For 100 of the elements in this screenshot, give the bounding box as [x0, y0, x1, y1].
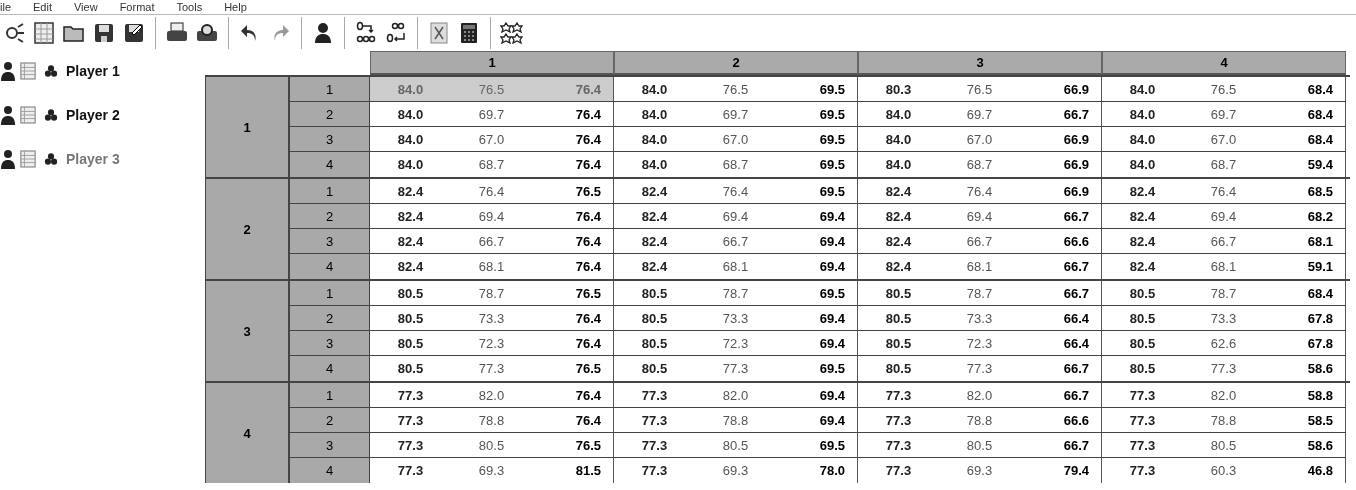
table-cell-text: 68.7 — [1209, 156, 1238, 174]
row-header: 3 — [290, 229, 370, 253]
table-cell-text: 59.1 — [1306, 258, 1334, 276]
table-cell-text: 82.0 — [477, 386, 506, 405]
person-icon[interactable] — [0, 105, 16, 125]
table-cell-text: 66.7 — [1062, 284, 1090, 303]
table-cell-text: 78.7 — [1209, 284, 1238, 303]
table-cell-text: 69.4 — [818, 411, 846, 430]
table-cell-text: 80.5 — [396, 334, 425, 353]
table-cell-text: 68.1 — [477, 258, 506, 276]
table-cell-text: 77.3 — [884, 462, 913, 480]
table-cell-text: 76.4 — [574, 80, 602, 99]
table-cell-text: 66.7 — [477, 232, 506, 251]
table-cell-text: 76.5 — [574, 360, 602, 378]
table-cell-text: 76.5 — [721, 80, 750, 99]
row-header: 2 — [290, 306, 370, 330]
table-cell-text: 84.0 — [396, 156, 425, 174]
table-cell-text: 76.5 — [1209, 80, 1238, 99]
row-header: 4 — [290, 254, 370, 279]
decimal-increase-icon[interactable] — [354, 21, 378, 45]
row-group-header: 1 — [205, 77, 290, 177]
table-cell-text: 82.4 — [884, 232, 913, 251]
table-cell-text: 69.7 — [965, 105, 994, 124]
table-cell-text: 78.7 — [965, 284, 994, 303]
row-group-header: 3 — [205, 281, 290, 381]
table-cell-text: 80.3 — [884, 80, 913, 99]
table-cell-text: 80.5 — [477, 436, 506, 455]
person-icon[interactable] — [0, 149, 16, 169]
table-cell-text: 80.5 — [640, 309, 669, 328]
row-group-header: 2 — [205, 179, 290, 279]
table-cell-text: 66.7 — [721, 232, 750, 251]
save-edit-icon[interactable] — [122, 21, 146, 45]
menu-item[interactable]: Format — [119, 0, 155, 14]
table-cell-text: 82.4 — [1128, 207, 1157, 226]
person-icon[interactable] — [0, 61, 16, 81]
table-cell-text: 72.3 — [721, 334, 750, 353]
player-name[interactable]: Player 1 — [66, 63, 120, 79]
table-cell-text: 80.5 — [965, 436, 994, 455]
matrix-icon[interactable] — [427, 21, 451, 45]
table-cell-text: 77.3 — [965, 360, 994, 378]
table-cell-text: 82.0 — [965, 386, 994, 405]
group-icon[interactable] — [44, 64, 58, 78]
table-cell-text: 80.5 — [1128, 284, 1157, 303]
row-header: 1 — [290, 383, 370, 407]
table-cell-text: 77.3 — [477, 360, 506, 378]
table-cell-text: 67.0 — [1209, 130, 1238, 149]
table-cell-text: 68.1 — [1306, 232, 1334, 251]
column-header: 3 — [858, 51, 1102, 75]
table-cell-text: 69.4 — [818, 258, 846, 276]
row-header: 4 — [290, 152, 370, 177]
menu-item[interactable]: Help — [224, 0, 247, 14]
menu-item[interactable]: Tools — [176, 0, 203, 14]
table-cell-text: 77.3 — [884, 411, 913, 430]
menu-item[interactable]: View — [74, 0, 98, 14]
table-cell-text: 58.6 — [1306, 436, 1334, 455]
menu-item[interactable]: ile — [0, 0, 11, 14]
row-header: 2 — [290, 408, 370, 432]
table-cell-text: 60.3 — [1209, 462, 1238, 480]
table-cell-text: 69.5 — [818, 80, 846, 99]
table-cell-text: 66.7 — [1062, 386, 1090, 405]
table-cell-text: 67.0 — [721, 130, 750, 149]
table-cell-text: 84.0 — [640, 105, 669, 124]
table-cell-text: 69.4 — [818, 309, 846, 328]
decimal-decrease-icon[interactable] — [384, 21, 408, 45]
group-icon[interactable] — [44, 152, 58, 166]
group-icon[interactable] — [44, 108, 58, 122]
stars-icon[interactable] — [500, 21, 524, 45]
row-header: 1 — [290, 77, 370, 101]
table-cell-text: 82.4 — [884, 258, 913, 276]
table-cell-text: 76.5 — [477, 80, 506, 99]
spreadsheet-icon[interactable] — [32, 21, 56, 45]
table-cell-text: 82.4 — [1128, 232, 1157, 251]
table-cell-text: 69.4 — [965, 207, 994, 226]
save-icon[interactable] — [92, 21, 116, 45]
table-cell-text: 80.5 — [884, 284, 913, 303]
table-cell-text: 66.4 — [1062, 309, 1090, 328]
table-cell-text: 77.3 — [1128, 436, 1157, 455]
table-cell-text: 82.4 — [396, 232, 425, 251]
table-cell-text: 69.3 — [965, 462, 994, 480]
table-cell-text: 76.4 — [721, 182, 750, 201]
table-cell-text: 84.0 — [640, 156, 669, 174]
row-header: 2 — [290, 204, 370, 228]
menu-item[interactable]: Edit — [33, 0, 52, 14]
table-cell-text: 69.7 — [1209, 105, 1238, 124]
table-cell-text: 80.5 — [721, 436, 750, 455]
table-cell-text: 67.8 — [1306, 309, 1334, 328]
table-cell-text: 77.3 — [640, 436, 669, 455]
table-cell-text: 80.5 — [1128, 360, 1157, 378]
table-cell-text: 66.7 — [1209, 232, 1238, 251]
table-cell-text: 68.4 — [1306, 105, 1334, 124]
table-cell-text: 76.5 — [574, 436, 602, 455]
player-name[interactable]: Player 2 — [66, 107, 120, 123]
table-cell-text: 58.8 — [1306, 386, 1334, 405]
table-cell-text: 59.4 — [1306, 156, 1334, 174]
table-cell-text: 77.3 — [884, 436, 913, 455]
table-cell-text: 76.4 — [574, 232, 602, 251]
table-cell-text: 76.4 — [574, 258, 602, 276]
table-cell-text: 66.9 — [1062, 156, 1090, 174]
table-cell-text: 76.5 — [965, 80, 994, 99]
table-cell-text: 66.7 — [1062, 436, 1090, 455]
